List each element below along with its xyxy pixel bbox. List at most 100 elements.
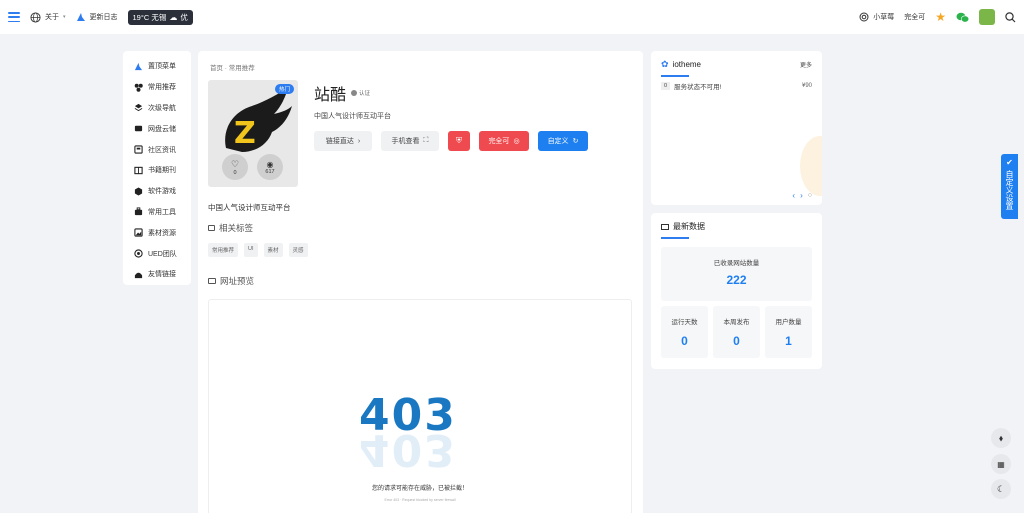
stat-label: 运行天数	[671, 319, 698, 326]
chevron-right-icon: ›	[357, 137, 361, 145]
complete-label: 完全可	[488, 138, 510, 145]
calendar-fab[interactable]: ▦	[991, 454, 1011, 474]
stat-value: 0	[733, 334, 740, 348]
weather-widget[interactable]: 19°C 无锡 ☁ 优	[127, 9, 193, 25]
layers-icon	[134, 104, 143, 112]
calendar-icon: ▦	[997, 459, 1005, 469]
software-icon	[134, 187, 143, 196]
pin-icon	[134, 62, 143, 70]
complete-button[interactable]: 完全可 ◎	[479, 131, 529, 151]
stat-label: 本周发布	[723, 319, 750, 326]
sidebar-item-10[interactable]: 友情链接	[123, 264, 191, 285]
tag-item[interactable]: UI	[244, 243, 258, 257]
avatar[interactable]	[979, 9, 995, 25]
custom-label: 自定义	[547, 138, 569, 145]
iotheme-card: ✿ iotheme 更多 0 服务状态不可用! ¥90 ‹ › ○	[651, 51, 822, 205]
wechat-icon[interactable]	[956, 12, 969, 23]
error-detail: Error 403 · Request blocked by server fi…	[384, 498, 456, 502]
sidebar-item-0[interactable]: 置顶菜单	[123, 56, 191, 77]
tag-icon	[208, 225, 215, 231]
sidebar-item-3[interactable]: 网盘云储	[123, 118, 191, 139]
stat-value: 0	[681, 334, 688, 348]
stat-box: 用户数量 1	[765, 306, 812, 358]
next-icon[interactable]: ›	[800, 191, 803, 200]
more-link[interactable]: 更多	[800, 60, 812, 69]
tag-item[interactable]: 素材	[263, 243, 283, 257]
shield-icon: ⛨	[456, 136, 462, 145]
tags-icon: ⬧	[998, 432, 1004, 443]
sidebar-item-label: 网盘云储	[148, 125, 176, 133]
tags-fab[interactable]: ⬧	[991, 428, 1011, 448]
site-description: 中国人气设计师互动平台	[208, 203, 291, 212]
sidebar-item-7[interactable]: 常用工具	[123, 202, 191, 223]
sidebar-item-8[interactable]: 素材资源	[123, 222, 191, 243]
sidebar-item-9[interactable]: UED团队	[123, 243, 191, 264]
right-link-2[interactable]: 完全可	[904, 12, 925, 22]
action-buttons: 链接直达 › 手机查看 ⛶ ⛨ 完全可 ◎ 自定义 ↻	[314, 131, 588, 151]
card-title: 最新数据	[673, 222, 705, 231]
logo-mark-icon	[76, 13, 85, 21]
sidebar-item-2[interactable]: 次级导航	[123, 98, 191, 119]
star-icon[interactable]: ★	[935, 10, 946, 24]
custom-button[interactable]: 自定义 ↻	[538, 131, 588, 151]
right-link-1-label: 小草莓	[873, 14, 895, 21]
tools-icon	[134, 207, 143, 216]
sidebar-item-4[interactable]: 社区资讯	[123, 139, 191, 160]
cloud-icon: ☁	[169, 12, 178, 22]
sidebar-item-5[interactable]: 书籍期刊	[123, 160, 191, 181]
theme-toggle-fab[interactable]: ☾	[991, 479, 1011, 499]
tags-title: 相关标签	[219, 223, 254, 233]
refresh-icon[interactable]: ○	[808, 192, 812, 199]
item-price: ¥90	[801, 83, 812, 89]
sidebar-item-label: 书籍期刊	[148, 167, 176, 175]
decorative-blob	[800, 136, 822, 196]
stat-value: 222	[726, 273, 747, 287]
sidebar-item-6[interactable]: 软件游戏	[123, 181, 191, 202]
prev-icon[interactable]: ‹	[792, 191, 795, 200]
tag-item[interactable]: 常用推荐	[208, 243, 239, 257]
mobile-view-button[interactable]: 手机查看 ⛶	[381, 131, 439, 151]
verified-badge: 认证	[351, 89, 370, 97]
moon-icon: ☾	[996, 483, 1006, 494]
preview-title: 网址预览	[220, 276, 255, 286]
total-sites-stat: 已收录网站数量 222	[661, 247, 812, 301]
about-menu[interactable]: 关于 ▾	[30, 11, 66, 23]
site-detail-card: 首页 · 常用推荐 Z 热门 ♡ 0 ◉ 617 站酷 认证 中国人气设计师互动…	[198, 51, 643, 513]
paw-icon: ✿	[661, 59, 669, 69]
hot-badge: 热门	[274, 84, 294, 94]
refresh-icon: ↻	[572, 138, 579, 145]
breadcrumb[interactable]: 首页 · 常用推荐	[210, 62, 255, 72]
site-logo: Z 热门 ♡ 0 ◉ 617	[208, 80, 298, 187]
stats-card: 最新数据 已收录网站数量 222 运行天数 0 本周发布 0 用户数量 1	[651, 213, 822, 369]
website-preview: 403 403 您的请求可能存在威胁，已被拦截！ Error 403 · Req…	[208, 299, 632, 513]
stat-label: 已收录网站数量	[713, 260, 760, 267]
spiral-icon	[859, 12, 869, 22]
search-icon[interactable]	[1005, 11, 1016, 23]
custom-settings-tab[interactable]: ✔ 自定义设置	[1001, 154, 1018, 219]
card-header: ✿ iotheme	[661, 59, 701, 70]
target-icon: ◎	[513, 138, 520, 145]
stat-label: 用户数量	[775, 319, 802, 326]
stat-value: 1	[785, 334, 792, 348]
community-icon	[134, 145, 143, 154]
site-title-row: 站酷 认证	[314, 81, 370, 105]
changelog-label: 更新日志	[89, 14, 118, 21]
right-link-1[interactable]: 小草莓	[859, 12, 894, 22]
eye-icon: ◉	[266, 159, 274, 169]
sidebar-nav: 置顶菜单 常用推荐 次级导航 网盘云储 社区资讯 书籍期刊 软件游戏 常用工具 …	[123, 51, 191, 285]
like-button[interactable]: ♡ 0	[222, 154, 248, 180]
settings-icon: ✔	[1005, 158, 1014, 167]
menu-icon[interactable]	[8, 12, 20, 22]
report-button[interactable]: ⛨	[448, 131, 470, 151]
tag-item[interactable]: 灵感	[288, 243, 308, 257]
sidebar-item-1[interactable]: 常用推荐	[123, 77, 191, 98]
view-count: 617	[265, 168, 275, 175]
changelog-link[interactable]: 更新日志	[76, 12, 118, 22]
list-item[interactable]: 0 服务状态不可用! ¥90	[661, 81, 812, 91]
view-stat: ◉ 617	[257, 154, 283, 180]
direct-link-button[interactable]: 链接直达 ›	[314, 131, 372, 151]
stat-box: 运行天数 0	[661, 306, 708, 358]
stat-box: 本周发布 0	[713, 306, 760, 358]
item-text: 服务状态不可用!	[674, 84, 722, 91]
chart-icon	[661, 223, 669, 230]
